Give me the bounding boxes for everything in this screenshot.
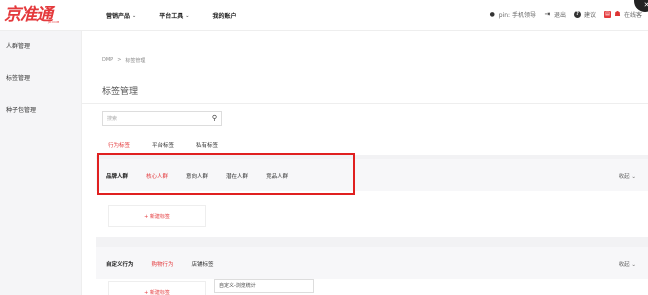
sidebar-item-seed-package[interactable]: 种子包管理 xyxy=(0,95,81,127)
chevron-down-icon: ⌄ xyxy=(132,12,137,19)
logout-icon: ⇥ xyxy=(544,10,551,18)
logo[interactable]: 京准通 JD.COM xyxy=(4,3,70,27)
online-label: 在线客 xyxy=(623,12,642,19)
custom-behavior-section: 自定义行为 购物行为 店铺标签 收起 ⌄ + 新建标签 自定义-浏览统计 xyxy=(96,247,648,295)
logout-button[interactable]: ⇥ 退出 xyxy=(544,10,566,20)
new-tag-card[interactable]: + 新建标签 xyxy=(108,205,206,227)
help-icon: ? xyxy=(573,11,581,18)
search-input[interactable] xyxy=(103,112,203,125)
nav-marketing-products[interactable]: 营销产品 ⌄ xyxy=(106,11,137,21)
filter-shopping-behavior[interactable]: 购物行为 xyxy=(152,260,174,268)
highlight-box xyxy=(97,153,355,195)
chevron-down-icon: ⌄ xyxy=(185,12,190,19)
chevron-down-icon: ⌄ xyxy=(631,174,636,180)
custom-tag-card[interactable]: 自定义-浏览统计 xyxy=(214,279,314,293)
online-service-button[interactable]: ▤ ☗ 在线客 xyxy=(603,10,642,19)
logo-sub: JD.COM xyxy=(48,20,60,24)
section-gap xyxy=(96,237,648,247)
calendar-icon: ▤ xyxy=(603,11,611,18)
chevron-down-icon: ⌄ xyxy=(631,262,636,268)
user-icon: ● xyxy=(489,11,495,18)
sidebar: 人群管理 标签管理 种子包管理 xyxy=(0,31,82,295)
logo-text: 京准通 xyxy=(4,5,53,25)
nav-my-account[interactable]: 我的账户 xyxy=(212,11,236,20)
search-box: ⚲ xyxy=(102,111,222,126)
nav-label: 我的账户 xyxy=(212,13,237,20)
new-tag-card[interactable]: + 新建标签 xyxy=(108,281,206,295)
breadcrumb: DMP > 标签管理 xyxy=(102,57,145,64)
nav-label: 营销产品 xyxy=(106,13,131,20)
custom-behavior-header: 自定义行为 购物行为 店铺标签 收起 ⌄ xyxy=(96,247,648,279)
header-right: ● pin: 手机领导 ⇥ 退出 ? 建议 ▤ ☗ 在线客 xyxy=(489,10,642,20)
main-nav: 营销产品 ⌄ 平台工具 ⌄ 我的账户 xyxy=(106,11,236,21)
divider xyxy=(82,103,648,104)
search-icon[interactable]: ⚲ xyxy=(212,114,217,122)
sidebar-item-crowd-management[interactable]: 人群管理 xyxy=(0,31,81,63)
top-header: 京准通 JD.COM 营销产品 ⌄ 平台工具 ⌄ 我的账户 ● pin: 手机领… xyxy=(0,0,648,31)
breadcrumb-current: 标签管理 xyxy=(125,58,146,64)
collapse-label: 收起 xyxy=(618,174,630,180)
nav-label: 平台工具 xyxy=(159,13,184,20)
collapse-button[interactable]: 收起 ⌄ xyxy=(619,260,636,268)
nav-platform-tools[interactable]: 平台工具 ⌄ xyxy=(159,11,190,21)
filter-store-tags[interactable]: 店铺标签 xyxy=(192,260,214,268)
breadcrumb-root[interactable]: DMP xyxy=(102,57,113,64)
logout-label: 退出 xyxy=(553,12,566,19)
custom-behavior-label: 自定义行为 xyxy=(106,262,134,268)
collapse-button[interactable]: 收起 ⌄ xyxy=(619,172,636,180)
chat-icon: ☗ xyxy=(614,10,621,18)
feedback-label: 建议 xyxy=(583,12,596,19)
user-label: pin: 手机领导 xyxy=(498,12,536,19)
page-title: 标签管理 xyxy=(102,87,139,97)
sidebar-item-tag-management[interactable]: 标签管理 xyxy=(0,63,81,95)
collapse-label: 收起 xyxy=(618,262,630,268)
breadcrumb-separator: > xyxy=(117,57,122,63)
feedback-button[interactable]: ? 建议 xyxy=(573,10,596,19)
user-info[interactable]: ● pin: 手机领导 xyxy=(489,10,536,19)
